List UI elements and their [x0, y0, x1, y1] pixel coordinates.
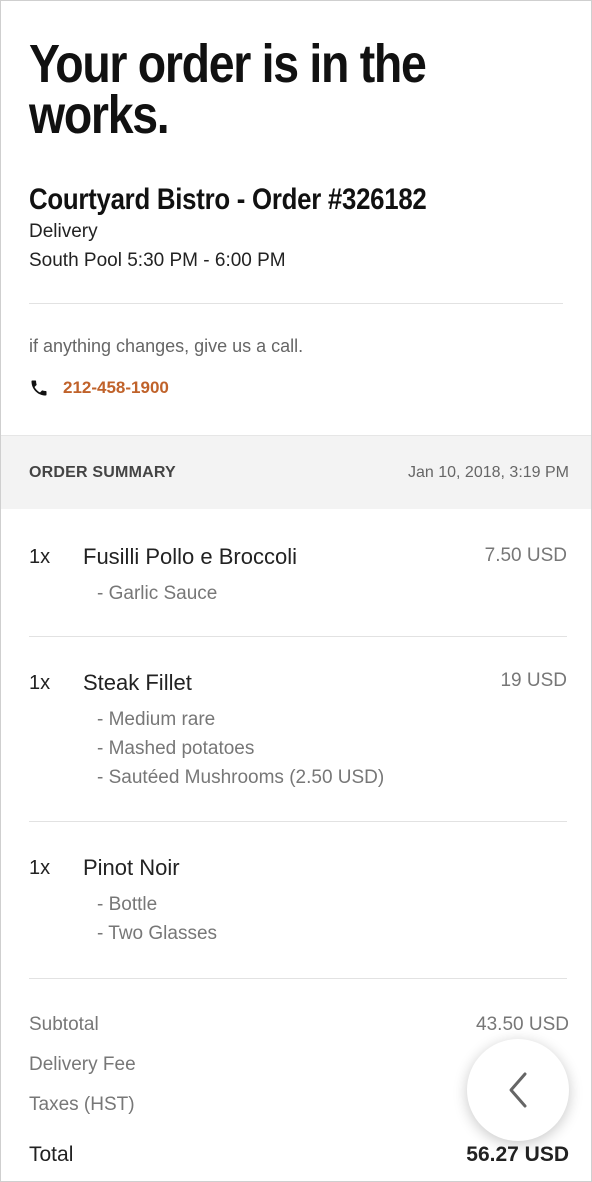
item-modifier: - Mashed potatoes: [97, 738, 255, 759]
subtotal-label: Subtotal: [29, 1014, 99, 1035]
order-summary-header: ORDER SUMMARY Jan 10, 2018, 3:19 PM: [1, 435, 591, 509]
back-button[interactable]: [467, 1039, 569, 1141]
order-header: Your order is in the works. Courtyard Bi…: [1, 1, 591, 275]
order-date: Jan 10, 2018, 3:19 PM: [408, 463, 569, 481]
total-value: 56.27 USD: [466, 1143, 569, 1166]
delivery-window: South Pool 5:30 PM - 6:00 PM: [29, 250, 286, 271]
item-quantity: 1x: [29, 672, 51, 694]
item-modifier: - Sautéed Mushrooms (2.50 USD): [97, 767, 385, 788]
subtotal-row: Subtotal 43.50 USD: [29, 1005, 569, 1045]
item-modifier: - Medium rare: [97, 709, 216, 730]
phone-link[interactable]: 212-458-1900: [29, 378, 563, 398]
item-modifier: - Garlic Sauce: [97, 583, 218, 604]
phone-icon: [29, 378, 49, 398]
delivery-fee-label: Delivery Fee: [29, 1054, 136, 1075]
item-price: 19 USD: [500, 670, 567, 691]
chevron-left-icon: [505, 1070, 531, 1110]
list-item: 1x Fusilli Pollo e Broccoli 7.50 USD - G…: [29, 509, 567, 637]
order-items-list: 1x Fusilli Pollo e Broccoli 7.50 USD - G…: [1, 509, 591, 979]
item-modifier: - Bottle: [97, 894, 158, 915]
contact-message: if anything changes, give us a call.: [29, 336, 304, 356]
subtotal-value: 43.50 USD: [476, 1014, 569, 1035]
item-modifiers: - Bottle - Two Glasses: [97, 890, 217, 948]
item-modifiers: - Medium rare - Mashed potatoes - Sautée…: [97, 705, 384, 792]
total-label: Total: [29, 1143, 74, 1166]
service-type: Delivery: [29, 221, 98, 242]
item-name: Pinot Noir: [83, 855, 180, 880]
taxes-label: Taxes (HST): [29, 1094, 135, 1115]
phone-number[interactable]: 212-458-1900: [63, 378, 169, 398]
contact-section: if anything changes, give us a call. 212…: [1, 304, 591, 398]
item-quantity: 1x: [29, 546, 51, 568]
list-item: 1x Steak Fillet 19 USD - Medium rare - M…: [29, 637, 567, 822]
order-summary-title: ORDER SUMMARY: [29, 463, 176, 481]
item-quantity: 1x: [29, 857, 51, 879]
restaurant-order-title: Courtyard Bistro - Order #326182: [29, 183, 427, 216]
item-modifier: - Two Glasses: [97, 923, 218, 944]
page-title: Your order is in the works.: [29, 34, 427, 145]
list-item: 1x Pinot Noir - Bottle - Two Glasses: [29, 822, 567, 979]
total-row: Total 56.27 USD: [29, 1135, 569, 1175]
item-price: 7.50 USD: [484, 545, 567, 566]
order-confirmation-screen: Your order is in the works. Courtyard Bi…: [0, 0, 592, 1182]
item-name: Steak Fillet: [83, 670, 192, 695]
item-name: Fusilli Pollo e Broccoli: [83, 544, 297, 569]
item-modifiers: - Garlic Sauce: [97, 579, 217, 608]
